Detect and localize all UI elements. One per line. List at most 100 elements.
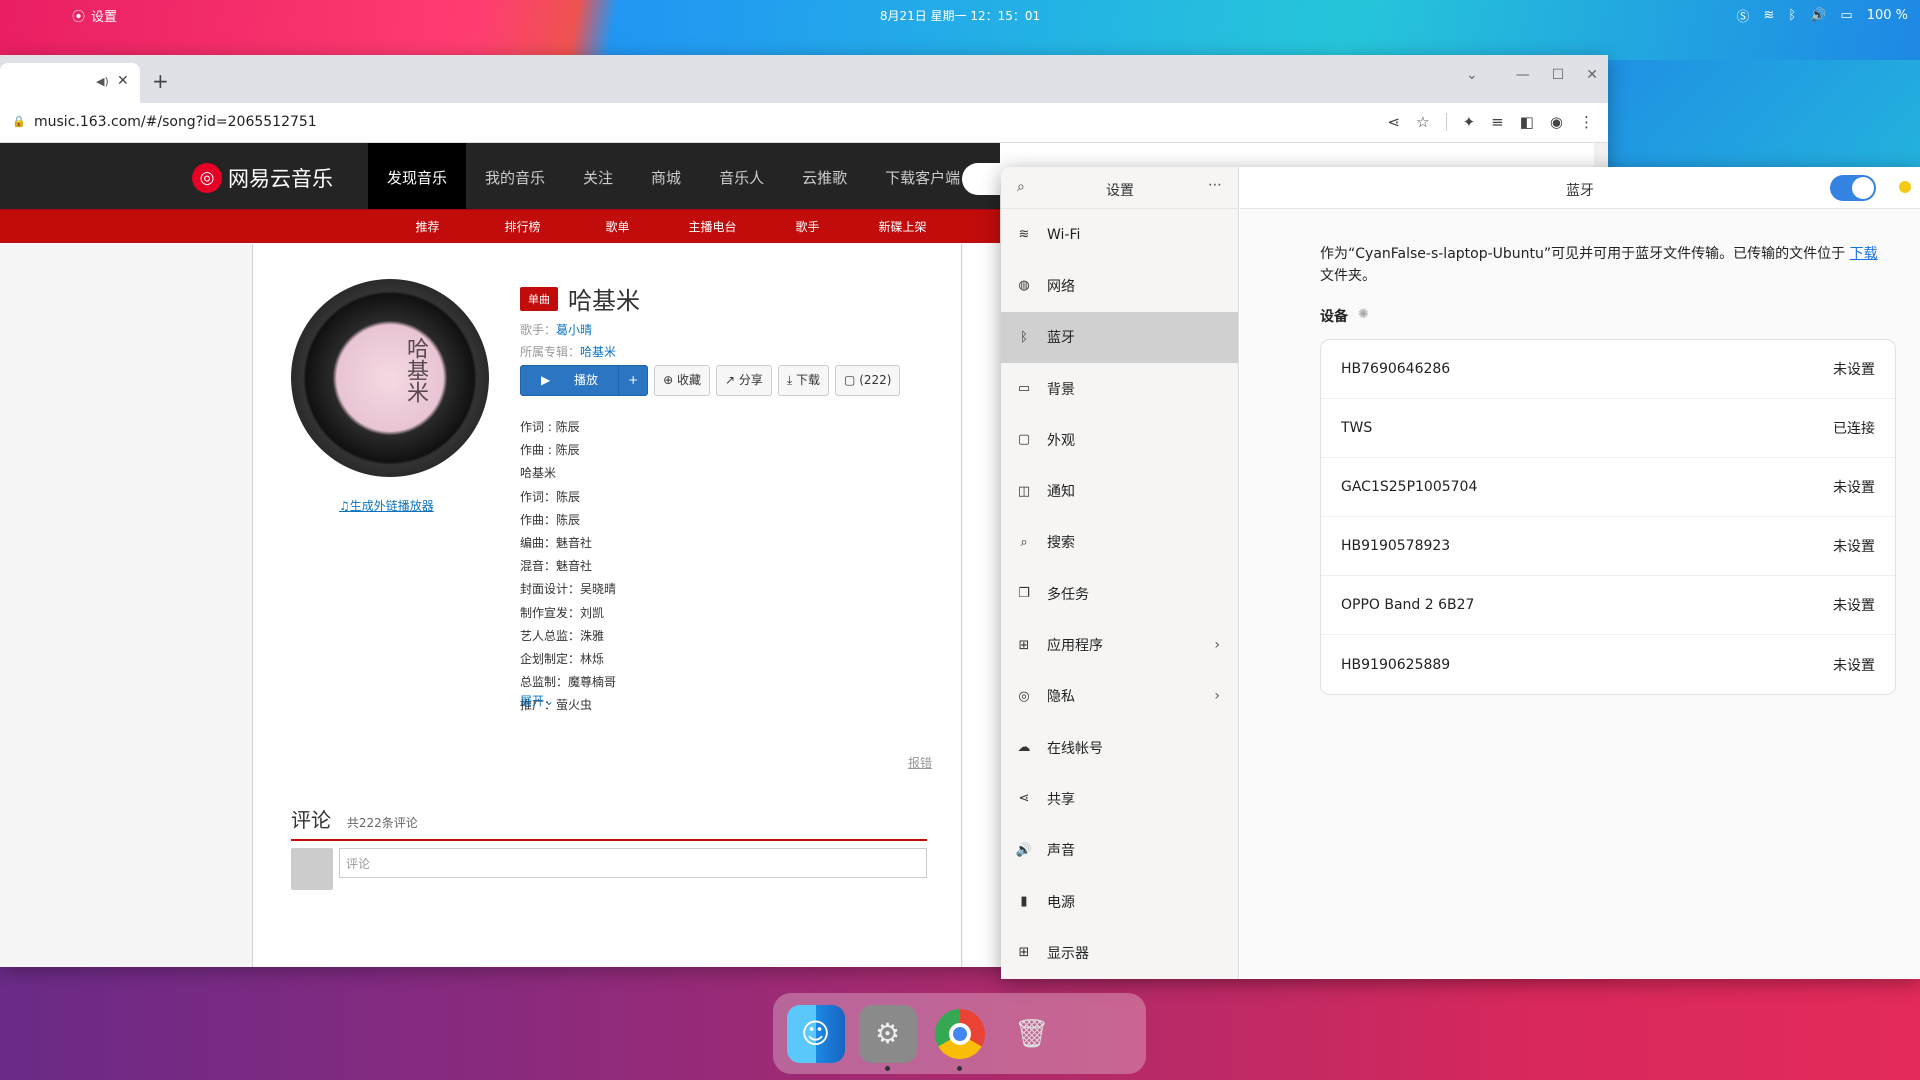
sidebar-item-cloud[interactable]: ☁ 在线帐号 — [1001, 722, 1238, 773]
clock[interactable]: 8月21日 星期一 12：15：01 — [0, 7, 1920, 24]
trash-icon[interactable]: 🗑 — [1003, 1005, 1061, 1063]
subnav-new-albums[interactable]: 新碟上架 — [855, 210, 950, 244]
subnav-artists[interactable]: 歌手 — [760, 210, 855, 244]
collect-button[interactable]: ⊕ 收藏 — [654, 365, 711, 396]
extensions-icon[interactable]: ✦ — [1463, 113, 1476, 131]
reading-list-icon[interactable]: ≡ — [1491, 113, 1504, 131]
main-nav: 发现音乐 我的音乐 关注 商城 音乐人 云推歌 下载客户端 — [368, 143, 979, 214]
sidebar-item-search[interactable]: ⌕ 搜索 — [1001, 517, 1238, 568]
site-logo[interactable]: ◎ 网易云音乐 — [192, 163, 333, 193]
share-icon: ⋖ — [1018, 791, 1030, 807]
sidebar-item-display[interactable]: ⊞ 显示器 — [1001, 927, 1238, 978]
wifi-status-icon[interactable]: ≋ — [1763, 8, 1774, 23]
apple-launcher-icon[interactable] — [1075, 1005, 1133, 1063]
top-bar: ⦿ 设置 8月21日 星期一 12：15：01 Ⓢ ≋ ᛒ 🔊 ▭ 100 % — [0, 0, 1920, 29]
bluetooth-status-icon[interactable]: ᛒ — [1788, 8, 1796, 23]
share-icon[interactable]: ⋖ — [1388, 113, 1401, 131]
nav-mall[interactable]: 商城 — [632, 143, 700, 214]
subnav-recommend[interactable]: 推荐 — [380, 210, 475, 244]
device-row[interactable]: HB7690646286 未设置 — [1321, 340, 1895, 399]
input-method-icon[interactable]: Ⓢ — [1736, 6, 1749, 25]
sidebar-item-privacy[interactable]: ◎ 隐私 › — [1001, 671, 1238, 722]
device-status: 已连接 — [1833, 421, 1875, 437]
sidebar-item-appearance[interactable]: ▢ 外观 — [1001, 414, 1238, 465]
settings-window: ⌕ 设置 ⋯ ≋ Wi-Fi ◍ 网络 ᛒ 蓝牙 ▭ 背景 ▢ 外观 ◫ 通知 ⌕ 搜索 ❐ 多任务 ⊞ 应用程序… — [1001, 167, 1920, 979]
nav-musician[interactable]: 音乐人 — [700, 143, 783, 214]
comment-button[interactable]: ▢ (222) — [835, 365, 901, 396]
comment-count: (222) — [859, 373, 892, 387]
minimize-icon[interactable]: — — [1516, 67, 1530, 83]
subnav-radio[interactable]: 主播电台 — [665, 210, 760, 244]
volume-icon[interactable]: 🔊 — [1810, 8, 1826, 23]
play-icon: ▶ — [541, 373, 555, 387]
sidebar-item-notification[interactable]: ◫ 通知 — [1001, 465, 1238, 516]
generate-player-label: 生成外链播放器 — [349, 499, 434, 513]
bluetooth-pane: 蓝牙 作为“CyanFalse-s-laptop-Ubuntu”可见并可用于蓝牙… — [1240, 167, 1920, 979]
add-to-list-button[interactable]: + — [618, 366, 647, 395]
device-row[interactable]: HB9190578923 未设置 — [1321, 517, 1895, 576]
bluetooth-icon: ᛒ — [1020, 329, 1028, 345]
sidebar-item-label: Wi-Fi — [1047, 226, 1081, 243]
download-button[interactable]: ⤓ 下载 — [777, 365, 830, 396]
sidebar-item-network[interactable]: ◍ 网络 — [1001, 260, 1238, 311]
sidebar-item-apps[interactable]: ⊞ 应用程序 › — [1001, 619, 1238, 670]
sidebar-item-background[interactable]: ▭ 背景 — [1001, 363, 1238, 414]
chrome-icon[interactable] — [931, 1005, 989, 1071]
comment-input[interactable]: 评论 — [339, 848, 927, 878]
bluetooth-toggle[interactable] — [1830, 175, 1876, 201]
address-bar[interactable]: 🔒 music.163.com/#/song?id=2065512751 ⋖ ☆… — [0, 103, 1608, 143]
settings-dock-icon[interactable]: ⚙ — [858, 1004, 917, 1071]
url-text[interactable]: music.163.com/#/song?id=2065512751 — [34, 114, 317, 130]
device-row[interactable]: TWS 已连接 — [1321, 399, 1895, 458]
nav-my-music[interactable]: 我的音乐 — [466, 143, 564, 214]
speaker-icon[interactable]: ◀) — [96, 75, 109, 88]
close-tab-icon[interactable]: ✕ — [117, 73, 129, 89]
device-row[interactable]: OPPO Band 2 6B27 未设置 — [1321, 576, 1895, 635]
system-tray[interactable]: Ⓢ ≋ ᛒ 🔊 ▭ 100 % — [1736, 6, 1908, 25]
downloads-link[interactable]: 下载 — [1850, 246, 1878, 262]
share-button[interactable]: ↗ 分享 — [716, 365, 772, 396]
window-controls: ⌄ — ☐ ✕ — [1466, 67, 1598, 83]
single-badge: 单曲 — [520, 286, 558, 311]
sidebar-item-bluetooth[interactable]: ᛒ 蓝牙 — [1001, 311, 1238, 363]
nav-discover[interactable]: 发现音乐 — [368, 143, 467, 214]
nav-cloud-promo[interactable]: 云推歌 — [783, 143, 866, 214]
nav-follow[interactable]: 关注 — [564, 143, 632, 214]
menu-kebab-icon[interactable]: ⋮ — [1579, 113, 1594, 131]
generate-player-link[interactable]: ♫生成外链播放器 — [339, 497, 434, 514]
lyric-line: 企划制定：林烁 — [520, 652, 605, 667]
finder-icon[interactable]: ☺ — [786, 1004, 845, 1063]
notification-icon: ◫ — [1017, 483, 1031, 499]
tab-search-icon[interactable]: ⌄ — [1466, 67, 1478, 83]
lock-icon[interactable]: 🔒 — [12, 115, 26, 128]
close-window-icon[interactable]: ✕ — [1586, 67, 1598, 83]
play-button[interactable]: ▶ 播放 + — [520, 365, 649, 396]
lyric-line: 作曲 : 陈辰 — [520, 443, 580, 458]
window-dot[interactable] — [1899, 181, 1911, 193]
new-tab-icon[interactable]: + — [152, 69, 169, 93]
sidebar-item-wifi[interactable]: ≋ Wi-Fi — [1001, 209, 1238, 260]
expand-lyrics-link[interactable]: 展开⌄ — [520, 692, 554, 709]
device-name: GAC1S25P1005704 — [1341, 479, 1478, 495]
maximize-icon[interactable]: ☐ — [1552, 67, 1565, 83]
device-row[interactable]: GAC1S25P1005704 未设置 — [1321, 458, 1895, 517]
subnav-playlists[interactable]: 歌单 — [570, 210, 665, 244]
running-indicator — [884, 1065, 890, 1071]
singer-link[interactable]: 葛小晴 — [556, 323, 592, 337]
subnav-charts[interactable]: 排行榜 — [475, 210, 570, 244]
profile-icon[interactable]: ◉ — [1550, 113, 1563, 131]
side-panel-icon[interactable]: ◧ — [1520, 113, 1534, 131]
sidebar-item-label: 显示器 — [1047, 945, 1089, 962]
album-link[interactable]: 哈基米 — [580, 345, 616, 359]
sidebar-item-sound[interactable]: 🔊 声音 — [1001, 825, 1238, 876]
browser-tab[interactable]: ◀) ✕ — [0, 63, 140, 103]
report-link[interactable]: 报错 — [908, 754, 932, 771]
more-menu-icon[interactable]: ⋯ — [1208, 177, 1222, 193]
sidebar-item-share[interactable]: ⋖ 共享 — [1001, 773, 1238, 824]
sidebar-item-power[interactable]: ▮ 电源 — [1001, 876, 1238, 927]
device-row[interactable]: HB9190625889 未设置 — [1321, 635, 1895, 694]
bookmark-star-icon[interactable]: ☆ — [1416, 113, 1429, 131]
chevron-right-icon: › — [1214, 637, 1220, 654]
battery-icon[interactable]: ▭ — [1840, 8, 1852, 23]
sidebar-item-multitask[interactable]: ❐ 多任务 — [1001, 568, 1238, 619]
